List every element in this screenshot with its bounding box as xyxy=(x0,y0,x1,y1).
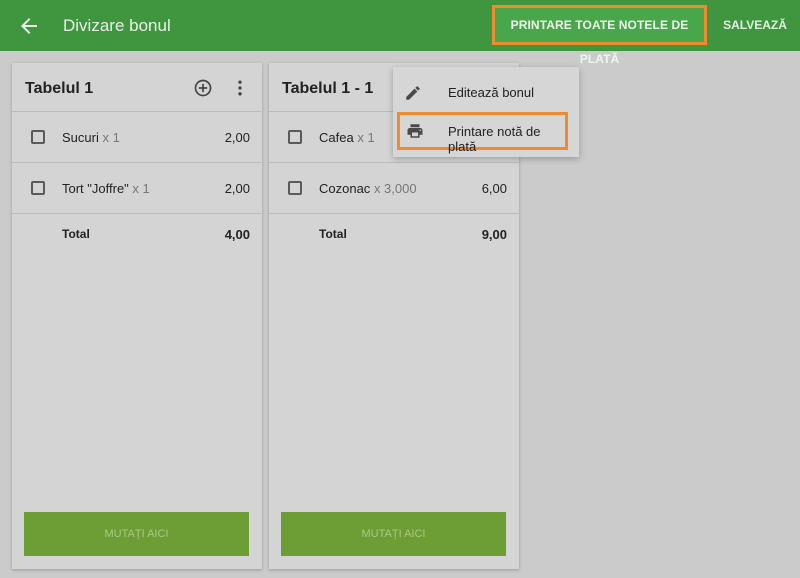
page-title: Divizare bonul xyxy=(63,16,171,35)
card-header: Tabelul 1 xyxy=(12,63,262,112)
menu-item-edit-bill[interactable]: Editează bonul xyxy=(393,73,579,113)
list-item: Sucuri x 1 2,00 xyxy=(12,112,262,163)
item-name: Sucuri xyxy=(62,130,99,145)
item-price: 6,00 xyxy=(481,181,507,196)
item-name: Tort "Joffre" xyxy=(62,181,129,196)
save-button[interactable]: SALVEAZĂ xyxy=(720,5,790,45)
item-name: Cozonac xyxy=(319,181,371,196)
item-price: 2,00 xyxy=(224,181,250,196)
move-here-button[interactable]: MUTAȚI AICI xyxy=(281,512,506,556)
print-all-bills-button[interactable]: PRINTARE TOATE NOTELE DE PLATĂ xyxy=(492,5,707,66)
context-menu: Editează bonul Printare notă de plată xyxy=(393,67,579,157)
total-label: Total xyxy=(62,227,90,241)
printer-icon xyxy=(407,124,423,138)
app-bar: Divizare bonul PRINTARE TOATE NOTELE DE … xyxy=(0,0,800,66)
table-card-1: Tabelul 1 Sucuri x 1 2,00 Tort "Joffre" … xyxy=(12,63,262,569)
total-label: Total xyxy=(319,227,347,241)
item-checkbox[interactable] xyxy=(288,130,302,144)
list-item: Tort "Joffre" x 1 2,00 xyxy=(12,163,262,214)
item-qty: x 1 xyxy=(102,130,120,145)
item-qty: x 3,000 xyxy=(373,181,417,196)
total-value: 4,00 xyxy=(224,227,250,242)
item-checkbox[interactable] xyxy=(31,130,45,144)
pencil-icon xyxy=(406,86,420,100)
card-title: Tabelul 1 xyxy=(25,80,94,97)
move-here-button[interactable]: MUTAȚI AICI xyxy=(24,512,249,556)
menu-item-label: Printare notă de plată xyxy=(448,124,541,154)
item-price: 2,00 xyxy=(224,130,250,145)
more-vert-icon[interactable] xyxy=(230,78,250,98)
back-arrow-icon[interactable] xyxy=(17,14,41,38)
menu-item-print-bill[interactable]: Printare notă de plată xyxy=(397,112,568,154)
item-qty: x 1 xyxy=(357,130,375,145)
add-circle-icon[interactable] xyxy=(193,78,213,98)
menu-item-label: Editează bonul xyxy=(448,85,535,100)
total-value: 9,00 xyxy=(481,227,507,242)
item-qty: x 1 xyxy=(132,181,150,196)
item-checkbox[interactable] xyxy=(288,181,302,195)
list-item: Cozonac x 3,000 6,00 xyxy=(269,163,519,214)
item-name: Cafea xyxy=(319,130,354,145)
card-title: Tabelul 1 - 1 xyxy=(282,80,374,97)
item-checkbox[interactable] xyxy=(31,181,45,195)
